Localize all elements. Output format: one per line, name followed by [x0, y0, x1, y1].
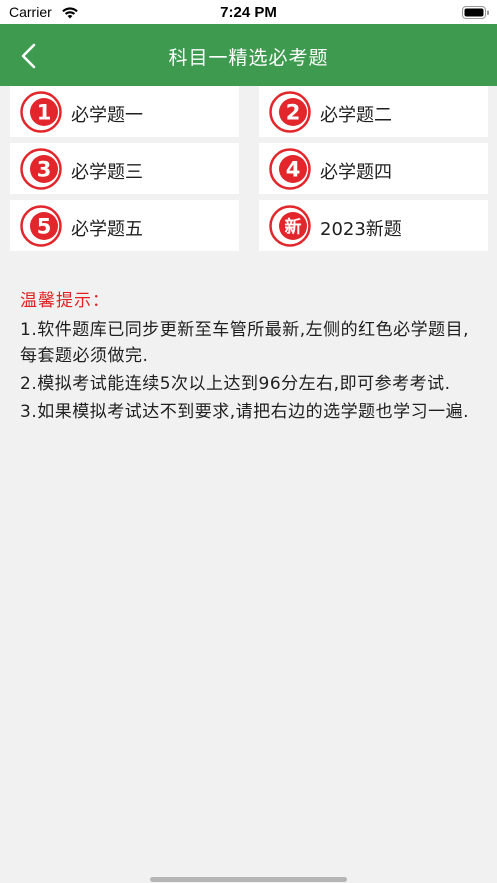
grid-item-new-2023[interactable]: 新 2023新题 — [259, 200, 488, 251]
tips-title: 温馨提示： — [20, 291, 110, 311]
number-badge-icon: 5 — [20, 205, 62, 247]
grid-item-label: 必学题二 — [320, 105, 392, 126]
grid-item-label: 必学题三 — [71, 162, 143, 183]
badge-text: 1 — [37, 101, 52, 125]
tip-line-1: 1.软件题库已同步更新至车管所最新,左侧的红色必学题目,每套题必须做完. — [20, 320, 470, 366]
grid-item-label: 必学题一 — [71, 105, 143, 126]
home-indicator[interactable] — [150, 877, 347, 882]
grid-item-required-3[interactable]: 3 必学题三 — [10, 143, 239, 194]
grid-item-required-1[interactable]: 1 必学题一 — [10, 86, 239, 137]
navigation-bar: 科目一精选必考题 — [0, 24, 497, 86]
status-bar: Carrier 7:24 PM — [0, 0, 497, 24]
grid-item-label: 2023新题 — [320, 219, 402, 240]
badge-text: 4 — [286, 158, 301, 182]
grid-item-label: 必学题四 — [320, 162, 392, 183]
number-badge-icon: 1 — [20, 91, 62, 133]
number-badge-icon: 3 — [20, 148, 62, 190]
badge-text: 新 — [285, 217, 302, 238]
grid-item-required-2[interactable]: 2 必学题二 — [259, 86, 488, 137]
new-badge-icon: 新 — [269, 205, 311, 247]
badge-text: 5 — [37, 215, 52, 239]
grid-item-required-4[interactable]: 4 必学题四 — [259, 143, 488, 194]
grid-item-required-5[interactable]: 5 必学题五 — [10, 200, 239, 251]
badge-text: 3 — [37, 158, 52, 182]
tips-section: 温馨提示： 1.软件题库已同步更新至车管所最新,左侧的红色必学题目,每套题必须做… — [20, 288, 480, 425]
number-badge-icon: 4 — [269, 148, 311, 190]
page-title: 科目一精选必考题 — [168, 47, 329, 69]
number-badge-icon: 2 — [269, 91, 311, 133]
tip-line-2: 2.模拟考试能连续5次以上达到96分左右,即可参考考试. — [20, 374, 451, 394]
status-time: 7:24 PM — [220, 4, 277, 21]
battery-icon — [462, 5, 490, 24]
badge-text: 2 — [286, 101, 301, 125]
grid-item-label: 必学题五 — [71, 219, 143, 240]
tip-line-3: 3.如果模拟考试达不到要求,请把右边的选学题也学习一遍. — [20, 402, 470, 422]
